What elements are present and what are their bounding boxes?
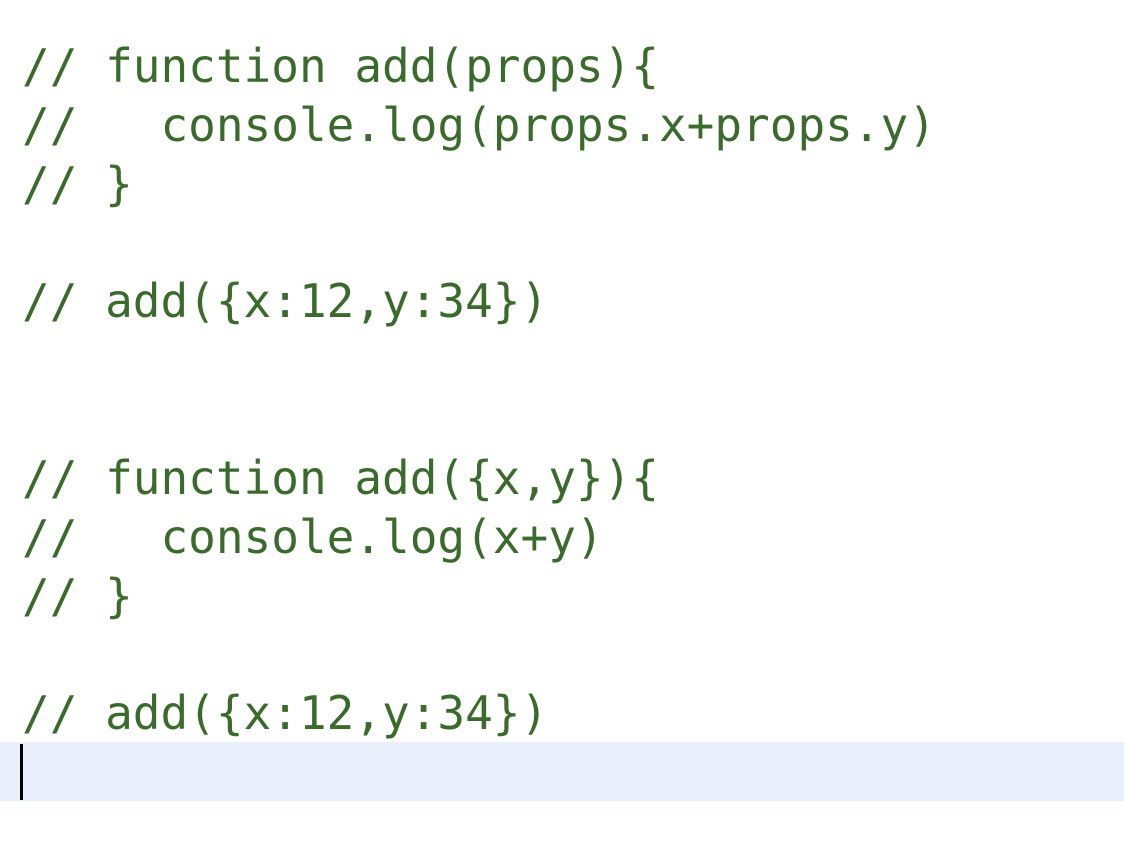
code-line-8[interactable]: // function add({x,y}){ bbox=[0, 449, 1124, 508]
code-editor[interactable]: // function add(props){ // console.log(p… bbox=[0, 0, 1124, 858]
code-line-2[interactable]: // console.log(props.x+props.y) bbox=[0, 96, 1124, 155]
code-line-11[interactable] bbox=[0, 626, 1124, 685]
code-line-7[interactable] bbox=[0, 390, 1124, 449]
code-line-5[interactable]: // add({x:12,y:34}) bbox=[0, 272, 1124, 331]
code-line-12[interactable]: // add({x:12,y:34}) bbox=[0, 684, 1124, 743]
code-line-3[interactable]: // } bbox=[0, 155, 1124, 214]
code-line-1[interactable]: // function add(props){ bbox=[0, 37, 1124, 96]
code-line-10[interactable]: // } bbox=[0, 567, 1124, 626]
code-line-9[interactable]: // console.log(x+y) bbox=[0, 508, 1124, 567]
text-cursor bbox=[20, 744, 23, 800]
active-code-line[interactable] bbox=[0, 742, 1124, 801]
code-line-6[interactable] bbox=[0, 331, 1124, 390]
code-line-4[interactable] bbox=[0, 214, 1124, 273]
